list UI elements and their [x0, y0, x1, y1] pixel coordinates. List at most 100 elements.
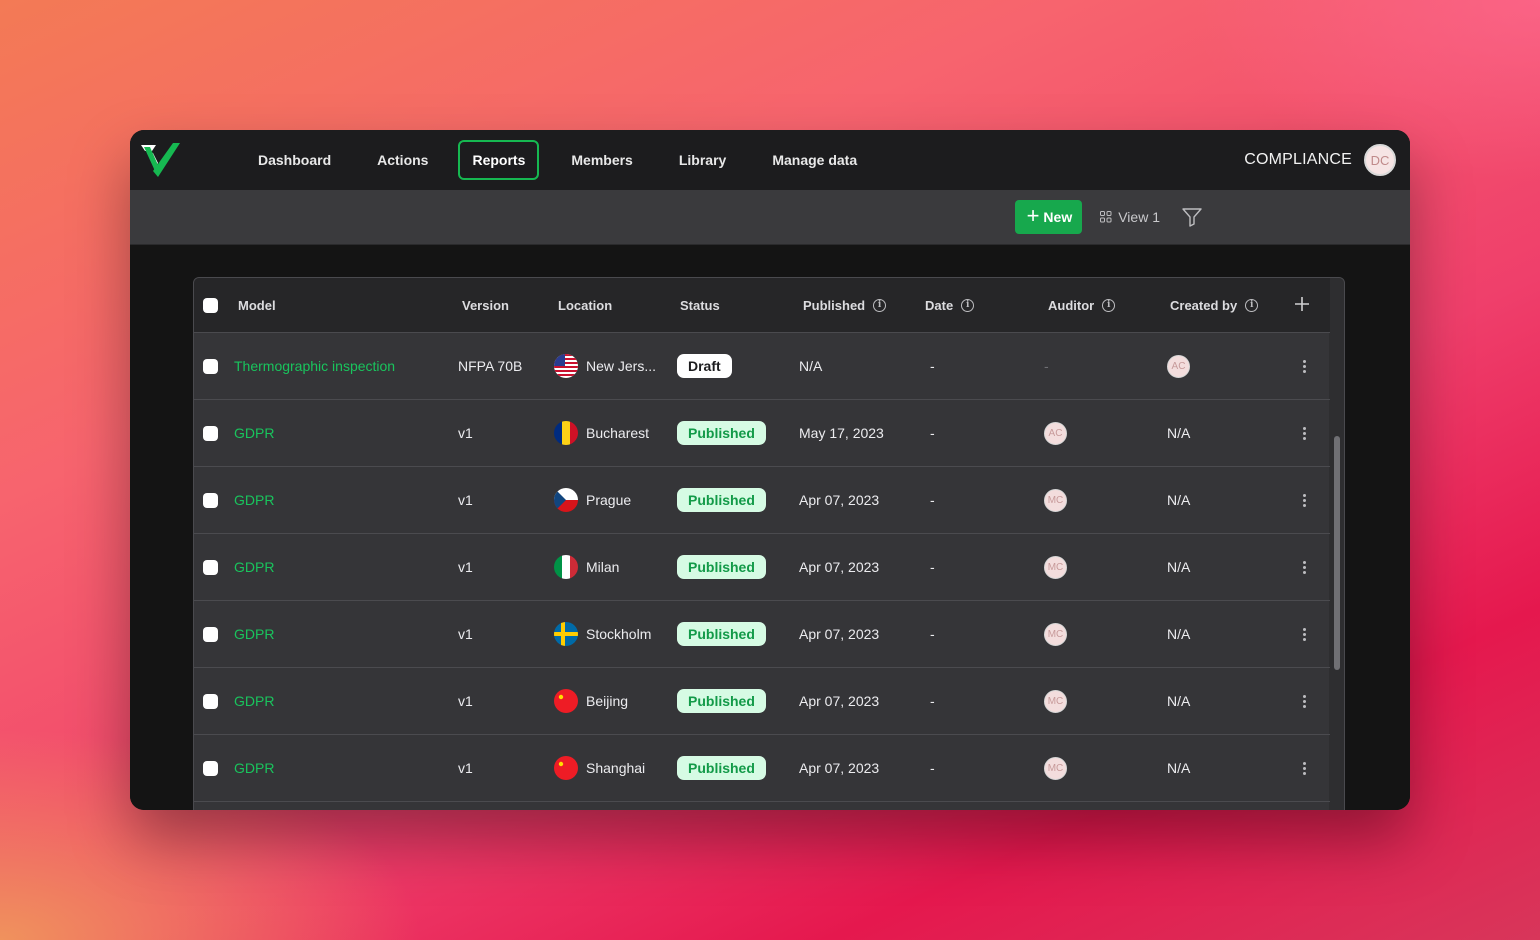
- org-name[interactable]: COMPLIANCE: [1244, 151, 1352, 169]
- table-row[interactable]: GDPR v1 Prague Published Apr 07, 2023 - MC N/A: [194, 467, 1330, 534]
- model-link[interactable]: GDPR: [234, 693, 274, 709]
- nav-members[interactable]: Members: [547, 140, 656, 180]
- location-cell: Stockholm: [554, 622, 651, 646]
- flag-it-icon: [554, 555, 578, 579]
- row-checkbox[interactable]: [203, 425, 218, 441]
- col-header-version[interactable]: Version: [462, 298, 509, 313]
- filter-icon: [1182, 208, 1202, 227]
- table-row[interactable]: GDPR v1 Stockholm Published Apr 07, 2023 - MC N…: [194, 601, 1330, 668]
- published-value: May 17, 2023: [799, 425, 884, 441]
- version-value: v1: [458, 492, 473, 508]
- col-header-location[interactable]: Location: [558, 298, 612, 313]
- flag-us-icon: [554, 354, 578, 378]
- add-column-button[interactable]: [1294, 296, 1310, 317]
- model-link[interactable]: GDPR: [234, 626, 274, 642]
- created-by-value: N/A: [1167, 760, 1191, 776]
- created-by-value: N/A: [1167, 693, 1191, 709]
- status-badge: Published: [677, 488, 766, 512]
- col-header-model[interactable]: Model: [238, 298, 276, 313]
- nav-library[interactable]: Library: [655, 140, 750, 180]
- published-value: N/A: [799, 358, 823, 374]
- table-row[interactable]: GDPR v1 Milan Published Apr 07, 2023 - MC N/A: [194, 534, 1330, 601]
- auditor-avatar[interactable]: MC: [1044, 622, 1067, 646]
- location-cell: Bucharest: [554, 421, 649, 445]
- auditor-avatar[interactable]: AC: [1044, 421, 1067, 445]
- date-value: -: [930, 492, 935, 508]
- col-header-published[interactable]: Published i: [803, 297, 887, 313]
- plus-icon: +: [1026, 203, 1040, 228]
- col-header-status[interactable]: Status: [680, 298, 720, 313]
- published-value: Apr 07, 2023: [799, 492, 880, 508]
- new-button[interactable]: + New: [1014, 200, 1083, 234]
- info-icon[interactable]: i: [1102, 298, 1116, 312]
- row-checkbox[interactable]: [203, 626, 218, 642]
- col-header-published-label: Published: [803, 297, 866, 313]
- row-menu-icon[interactable]: [1302, 493, 1306, 507]
- info-icon[interactable]: i: [873, 298, 887, 312]
- col-header-date[interactable]: Date i: [925, 297, 975, 313]
- scrollbar-thumb[interactable]: [1334, 436, 1340, 670]
- col-header-status-label: Status: [680, 297, 720, 313]
- row-menu-icon[interactable]: [1302, 761, 1306, 775]
- flag-cn-icon: [554, 689, 578, 713]
- flag-cz-icon: [554, 488, 578, 512]
- date-value: -: [930, 693, 935, 709]
- row-checkbox[interactable]: [203, 693, 218, 709]
- select-all-checkbox[interactable]: [203, 298, 218, 313]
- created-by-avatar[interactable]: AC: [1167, 354, 1190, 378]
- filter-button[interactable]: [1180, 205, 1204, 229]
- row-menu-icon[interactable]: [1302, 560, 1306, 574]
- col-header-location-label: Location: [558, 297, 613, 313]
- auditor-avatar[interactable]: MC: [1044, 555, 1067, 579]
- auditor-empty: -: [1044, 358, 1049, 374]
- published-value: Apr 07, 2023: [799, 626, 880, 642]
- flag-ro-icon: [554, 421, 578, 445]
- version-value: v1: [458, 626, 473, 642]
- user-avatar[interactable]: DC: [1364, 144, 1396, 176]
- col-header-model-label: Model: [238, 297, 276, 313]
- row-checkbox[interactable]: [203, 559, 218, 575]
- model-link[interactable]: GDPR: [234, 559, 274, 575]
- date-value: -: [930, 559, 935, 575]
- info-icon[interactable]: i: [1245, 298, 1259, 312]
- row-checkbox[interactable]: [203, 358, 218, 374]
- row-checkbox[interactable]: [203, 492, 218, 508]
- row-menu-icon[interactable]: [1302, 359, 1306, 373]
- location-value: Beijing: [586, 693, 629, 709]
- location-cell: New Jers...: [554, 354, 656, 378]
- model-link[interactable]: GDPR: [234, 492, 274, 508]
- app-logo[interactable]: [140, 140, 182, 180]
- info-icon[interactable]: i: [961, 298, 975, 312]
- auditor-avatar[interactable]: MC: [1044, 689, 1067, 713]
- created-by-value: N/A: [1167, 559, 1191, 575]
- row-menu-icon[interactable]: [1302, 694, 1306, 708]
- nav-actions[interactable]: Actions: [353, 140, 452, 180]
- row-menu-icon[interactable]: [1302, 627, 1306, 641]
- nav-dashboard[interactable]: Dashboard: [234, 140, 355, 180]
- main-content: Model Version Location Status Published i…: [130, 245, 1410, 810]
- table-row[interactable]: GDPR v1 Bucharest Published May 17, 2023 - AC N…: [194, 400, 1330, 467]
- col-header-auditor[interactable]: Auditor i: [1048, 298, 1116, 313]
- table-row[interactable]: Thermographic inspection NFPA 70B New Jers…: [194, 333, 1330, 400]
- model-link[interactable]: Thermographic inspection: [234, 358, 395, 374]
- location-value: New Jers...: [586, 358, 657, 374]
- col-header-created-by[interactable]: Created by i: [1170, 298, 1259, 313]
- location-value: Shanghai: [586, 760, 646, 776]
- top-navbar: Dashboard Actions Reports Members Librar…: [130, 130, 1410, 190]
- model-link[interactable]: GDPR: [234, 425, 274, 441]
- auditor-avatar[interactable]: MC: [1044, 756, 1067, 780]
- table-row[interactable]: GDPR v1 Beijing Published Apr 07, 2023 - MC N/A: [194, 668, 1330, 735]
- nav-reports[interactable]: Reports: [458, 140, 540, 180]
- table-row[interactable]: GDPR v1 Shanghai Published Apr 07, 2023 - MC N/…: [194, 735, 1330, 802]
- view-selector[interactable]: View 1: [1100, 209, 1160, 225]
- nav-manage-data[interactable]: Manage data: [748, 140, 881, 180]
- grid-icon: [1100, 211, 1112, 223]
- auditor-avatar[interactable]: MC: [1044, 488, 1067, 512]
- row-menu-icon[interactable]: [1302, 426, 1306, 440]
- row-checkbox[interactable]: [203, 760, 218, 776]
- col-header-date-label: Date: [925, 297, 954, 313]
- model-link[interactable]: GDPR: [234, 760, 274, 776]
- plus-icon: [1295, 297, 1309, 311]
- table-body: Thermographic inspection NFPA 70B New Jers…: [194, 333, 1344, 802]
- location-value: Prague: [586, 492, 632, 508]
